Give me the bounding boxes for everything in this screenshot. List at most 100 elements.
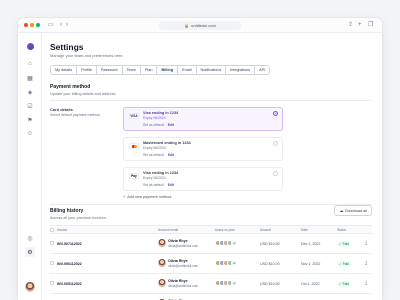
invoice-number: INV-005112022 (57, 282, 82, 286)
add-payment-method-label: Add new payment method (127, 195, 172, 199)
download-all-label: Download all (345, 208, 367, 213)
mastercard-logo-icon (129, 143, 139, 149)
url-text: untitledui.com (191, 23, 216, 28)
avatar (158, 239, 166, 247)
tab-email[interactable]: Email (178, 66, 197, 74)
tab-profile[interactable]: Profile (77, 66, 97, 74)
users-avatar-group: +3 (215, 280, 237, 286)
billing-history-title: Billing history (50, 208, 84, 214)
select-all-checkbox[interactable] (50, 228, 54, 232)
table-row[interactable]: INV-006112022 Olivia Rhye olivia@untitledu… (50, 254, 372, 274)
column-header: Status (337, 228, 347, 232)
maximize-window-button[interactable] (36, 23, 40, 27)
card-expiry: Expiry 06/2024 (143, 116, 166, 120)
edit-card-button[interactable]: Edit (168, 183, 174, 187)
payment-method-subtitle: Update your billing details and address. (50, 92, 117, 96)
card-title: Mastercard ending in 1234 (143, 141, 191, 145)
tabs-overview-icon[interactable]: ❐ (368, 21, 373, 29)
tab-notifications[interactable]: Notifications (196, 66, 227, 74)
url-bar[interactable]: 🔒 untitledui.com (159, 21, 241, 30)
check-square-icon[interactable]: ☑ (25, 101, 35, 111)
tab-api[interactable]: API (255, 66, 270, 74)
table-row[interactable]: INV-007112022 Olivia Rhye olivia@untitledu… (50, 234, 372, 254)
date: Oct 1, 2022 (301, 282, 320, 286)
row-checkbox[interactable] (50, 281, 54, 285)
browser-titlebar: ▭ ‹ › 🔒 untitledui.com ⇪ + ❐ (18, 18, 382, 33)
minimize-window-button[interactable] (30, 23, 34, 27)
apple-pay-logo-icon: Pay (129, 173, 139, 179)
account-email: olivia@untitledui.com (168, 284, 199, 288)
tab-integrations[interactable]: Integrations (226, 66, 256, 74)
payment-card-applepay[interactable]: Pay Visa ending in 1234 Expiry 06/2024 S… (123, 167, 283, 191)
more-users-count: +3 (231, 240, 237, 246)
invoice-number: INV-007112022 (57, 242, 82, 246)
table-row[interactable]: INV-004092022Olivia Rhyeolivia@untitledu… (50, 294, 372, 300)
layers-icon[interactable]: ◈ (25, 87, 35, 97)
table-header: Invoice Account email Users on plan Amou… (50, 226, 372, 234)
card-radio[interactable] (273, 141, 278, 146)
status-badge: ✓ Paid (337, 281, 351, 287)
table-row[interactable]: INV-005112022 Olivia Rhye olivia@untitledu… (50, 274, 372, 294)
set-default-button[interactable]: Set as default (143, 123, 164, 127)
cloud-download-icon: ☁ (339, 209, 344, 213)
tab-plan[interactable]: Plan (140, 66, 158, 74)
tab-billing[interactable]: Billing (157, 66, 179, 74)
edit-card-button[interactable]: Edit (168, 123, 174, 127)
users-icon[interactable]: ☺ (25, 129, 35, 139)
close-window-button[interactable] (24, 23, 28, 27)
download-icon[interactable]: ⤓ (365, 240, 367, 246)
flag-icon[interactable]: ⚑ (25, 115, 35, 125)
edit-card-button[interactable]: Edit (168, 153, 174, 157)
column-header: Users on plan (215, 228, 235, 232)
sidebar-toggle-icon[interactable]: ▭ (48, 21, 54, 29)
status-label: Paid (342, 262, 349, 266)
card-details-subtitle: Select default payment method. (50, 113, 101, 117)
settings-icon[interactable]: ⚙ (25, 247, 35, 257)
visa-logo-icon: VISA (129, 113, 139, 119)
row-checkbox[interactable] (50, 241, 54, 245)
more-users-count: +3 (231, 260, 237, 266)
amount: USD $10.00 (260, 262, 280, 266)
billing-table: Invoice Account email Users on plan Amou… (50, 225, 372, 300)
plus-icon: + (123, 195, 126, 199)
page-title: Settings (50, 42, 84, 52)
card-radio-checked[interactable] (273, 111, 278, 116)
payment-card-mastercard[interactable]: Mastercard ending in 1234 Expiry 06/2024… (123, 137, 283, 161)
tab-my-details[interactable]: My details (51, 66, 78, 74)
download-all-button[interactable]: ☁ Download all (334, 205, 372, 216)
support-icon[interactable]: ◎ (25, 233, 35, 243)
card-expiry: Expiry 06/2024 (143, 146, 166, 150)
browser-window: ▭ ‹ › 🔒 untitledui.com ⇪ + ❐ ⌂ ▦ ◈ ☑ ⚑ ☺… (18, 18, 382, 300)
column-header: Amount (260, 228, 271, 232)
card-radio[interactable] (273, 171, 278, 176)
row-checkbox[interactable] (50, 261, 54, 265)
add-payment-method-link[interactable]: + Add new payment method (123, 195, 171, 199)
set-default-button[interactable]: Set as default (143, 153, 164, 157)
home-icon[interactable]: ⌂ (25, 59, 35, 69)
new-tab-icon[interactable]: + (358, 21, 362, 29)
logo-icon[interactable] (27, 43, 34, 50)
forward-icon[interactable]: › (66, 21, 68, 29)
back-icon[interactable]: ‹ (60, 21, 62, 29)
date: Nov 1, 2022 (301, 262, 321, 266)
chart-icon[interactable]: ▦ (25, 73, 35, 83)
amount: USD $10.00 (260, 282, 280, 286)
settings-tabs: My details Profile Password Team Plan Bi… (50, 65, 271, 75)
tab-team[interactable]: Team (122, 66, 141, 74)
page-subtitle: Manage your team and preferences here. (50, 53, 124, 58)
set-default-button[interactable]: Set as default (143, 183, 164, 187)
user-avatar[interactable] (25, 282, 35, 292)
avatar (158, 279, 166, 287)
share-icon[interactable]: ⇪ (348, 21, 353, 29)
download-icon[interactable]: ⤓ (365, 260, 367, 266)
amount: USD $10.00 (260, 242, 280, 246)
tab-password[interactable]: Password (96, 66, 123, 74)
invoice-number: INV-006112022 (57, 262, 82, 266)
column-header[interactable]: Invoice (57, 228, 67, 232)
divider (50, 204, 372, 205)
download-icon[interactable]: ⤓ (365, 280, 367, 286)
payment-card-visa-selected[interactable]: VISA Visa ending in 1234 Expiry 06/2024 … (123, 107, 283, 131)
column-header: Account email (158, 228, 179, 232)
card-title: Visa ending in 1234 (143, 111, 179, 115)
divider (50, 100, 372, 101)
